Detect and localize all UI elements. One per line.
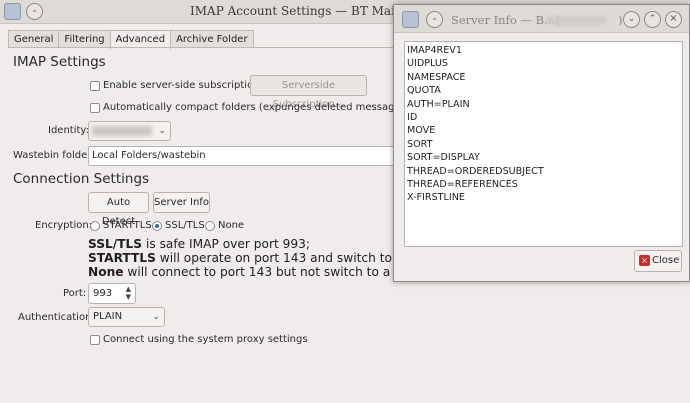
radio-none[interactable] [205, 221, 215, 231]
dialog-menu-icon[interactable]: - [426, 11, 443, 28]
authentication-value: PLAIN [93, 311, 123, 322]
app-icon[interactable] [4, 3, 21, 20]
tab-archive-folder[interactable]: Archive Folder [170, 30, 254, 48]
info-starttls-text: will operate on port 143 and switch to a… [155, 251, 414, 265]
tab-general[interactable]: General [8, 30, 60, 48]
capability-item: IMAP4REV1 [407, 45, 462, 56]
dialog-close-icon[interactable]: × [665, 11, 682, 28]
capability-item: MOVE [407, 125, 436, 137]
capability-item: QUOTA [407, 85, 441, 97]
capability-item: THREAD=REFERENCES [407, 179, 518, 191]
identity-label: Identity: [48, 125, 89, 136]
close-button-label: Close [652, 255, 680, 266]
dialog-maximize-icon[interactable]: ⌃ [644, 11, 661, 28]
chevron-down-icon: ⌄ [152, 312, 160, 322]
identity-select[interactable]: ⌄ [88, 121, 171, 141]
close-icon: × [639, 255, 650, 266]
info-line-ssl: SSL/TLS is safe IMAP over port 993; [88, 237, 310, 251]
info-ssl-text: is safe IMAP over port 993; [142, 237, 311, 251]
capabilities-list[interactable]: IMAP4REV1 UIDPLUS NAMESPACE QUOTA AUTH=P… [404, 41, 683, 247]
serverside-subscriptions-checkbox[interactable] [90, 81, 100, 91]
compact-folders-checkbox[interactable] [90, 103, 100, 113]
capability-item: X-FIRSTLINE [407, 192, 465, 204]
connection-settings-heading: Connection Settings [13, 171, 150, 187]
capability-item: UIDPLUS [407, 58, 449, 70]
dialog-title-text: Server Info — B…( [451, 13, 561, 27]
server-info-dialog: - Server Info — B…() ⌄ ⌃ × IMAP4REV1 UID… [393, 4, 690, 282]
port-value: 993 [93, 288, 113, 299]
capability-item: SORT=DISPLAY [407, 152, 480, 164]
radio-ssl-tls[interactable] [152, 221, 162, 231]
stepper-arrows-icon[interactable]: ▲ ▼ [126, 285, 131, 301]
wastebin-folder-field[interactable]: Local Folders/wastebin [88, 146, 396, 166]
info-none-bold: None [88, 265, 124, 279]
capability-item: AUTH=PLAIN [407, 98, 470, 110]
identity-blurred-value [92, 126, 152, 136]
dialog-title-end: ) [618, 13, 623, 27]
info-line-starttls: STARTTLS will operate on port 143 and sw… [88, 251, 414, 265]
info-none-text: will connect to port 143 but not switch … [123, 265, 408, 279]
capability-item: SORT [407, 138, 433, 150]
info-ssl-bold: SSL/TLS [88, 237, 143, 251]
radio-starttls-label: STARTTLS [103, 220, 152, 231]
info-starttls-bold: STARTTLS [88, 251, 156, 265]
capability-item: THREAD=ORDEREDSUBJECT [407, 165, 544, 177]
radio-ssl-tls-label: SSL/TLS [165, 220, 205, 231]
capability-item: ID [407, 112, 418, 124]
dialog-app-icon[interactable] [402, 11, 419, 28]
authentication-select[interactable]: PLAIN ⌄ [88, 307, 165, 327]
tab-bar: General Filtering Advanced Archive Folde… [8, 30, 254, 49]
system-proxy-checkbox[interactable] [90, 335, 100, 345]
radio-starttls[interactable] [90, 221, 100, 231]
tab-filtering[interactable]: Filtering [58, 30, 111, 48]
serverside-subscription-button[interactable]: Serverside Subscription... [250, 75, 367, 110]
encryption-label: Encryption: [35, 220, 93, 231]
serverside-subscriptions-label: Enable server-side subscriptions [103, 80, 265, 91]
info-line-none: None will connect to port 143 but not sw… [88, 265, 408, 279]
authentication-label: Authentication: [18, 312, 95, 323]
window-title: IMAP Account Settings — BT Mai [190, 4, 395, 18]
chevron-down-icon: ⌄ [158, 126, 166, 136]
radio-none-label: None [218, 220, 245, 231]
compact-folders-label: Automatically compact folders (expunges … [103, 102, 410, 113]
server-info-button[interactable]: Server Info [153, 192, 210, 213]
window-menu-icon[interactable]: - [26, 3, 43, 20]
system-proxy-label: Connect using the system proxy settings [103, 334, 308, 345]
dialog-titlebar: - Server Info — B…() ⌄ ⌃ × [394, 5, 689, 33]
imap-settings-heading: IMAP Settings [13, 54, 106, 70]
port-stepper[interactable]: 993 ▲ ▼ [88, 283, 136, 304]
dialog-title-blurred [546, 16, 606, 25]
capability-item: NAMESPACE [407, 71, 466, 83]
wastebin-label: Wastebin folder: [13, 150, 95, 161]
dialog-chevron-down-icon[interactable]: ⌄ [623, 11, 640, 28]
port-label: Port: [63, 288, 87, 299]
auto-detect-button[interactable]: Auto Detect [88, 192, 149, 227]
close-button[interactable]: × Close [634, 250, 682, 272]
